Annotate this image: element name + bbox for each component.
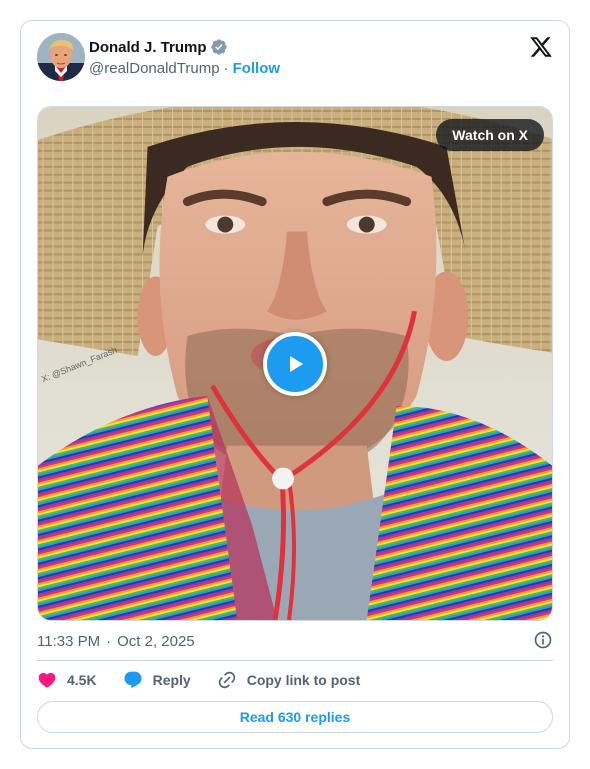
watch-on-x-button[interactable]: Watch on X [436,119,544,151]
reply-bubble-icon [124,671,142,689]
post-time[interactable]: 11:33 PM [37,633,100,650]
like-count: 4.5K [67,672,97,688]
embedded-post-card: Donald J. Trump @realDonaldTrump · Follo… [20,20,570,749]
copy-link-label: Copy link to post [246,672,361,688]
divider [37,660,553,661]
play-button[interactable] [263,332,327,396]
display-name[interactable]: Donald J. Trump [89,39,207,56]
info-icon[interactable] [533,630,553,650]
action-bar: 4.5K Reply Copy link to post [37,669,553,691]
heart-icon [38,672,56,688]
avatar-image [37,33,85,81]
like-button[interactable]: 4.5K [37,670,97,690]
post-header: Donald J. Trump @realDonaldTrump · Follo… [37,33,553,85]
play-icon [290,356,303,372]
post-date[interactable]: Oct 2, 2025 [117,633,195,650]
copy-link-button[interactable]: Copy link to post [217,670,361,690]
follow-button[interactable]: Follow [233,60,281,77]
video-player[interactable]: Watch on X X: @Shawn_Farash [37,106,553,621]
post-metadata: 11:33 PM · Oct 2, 2025 [37,630,553,652]
handle-separator: · [223,60,229,77]
avatar[interactable] [37,33,85,81]
reply-label: Reply [152,672,191,688]
handle-row: @realDonaldTrump · Follow [89,60,280,77]
read-replies-button[interactable]: Read 630 replies [37,701,553,733]
verified-badge-icon [210,39,227,55]
reply-button[interactable]: Reply [123,670,191,690]
x-logo-icon[interactable] [529,35,553,59]
meta-separator: · [106,632,112,650]
handle[interactable]: @realDonaldTrump [89,60,220,77]
link-icon [218,671,235,689]
name-row: Donald J. Trump [89,38,228,56]
